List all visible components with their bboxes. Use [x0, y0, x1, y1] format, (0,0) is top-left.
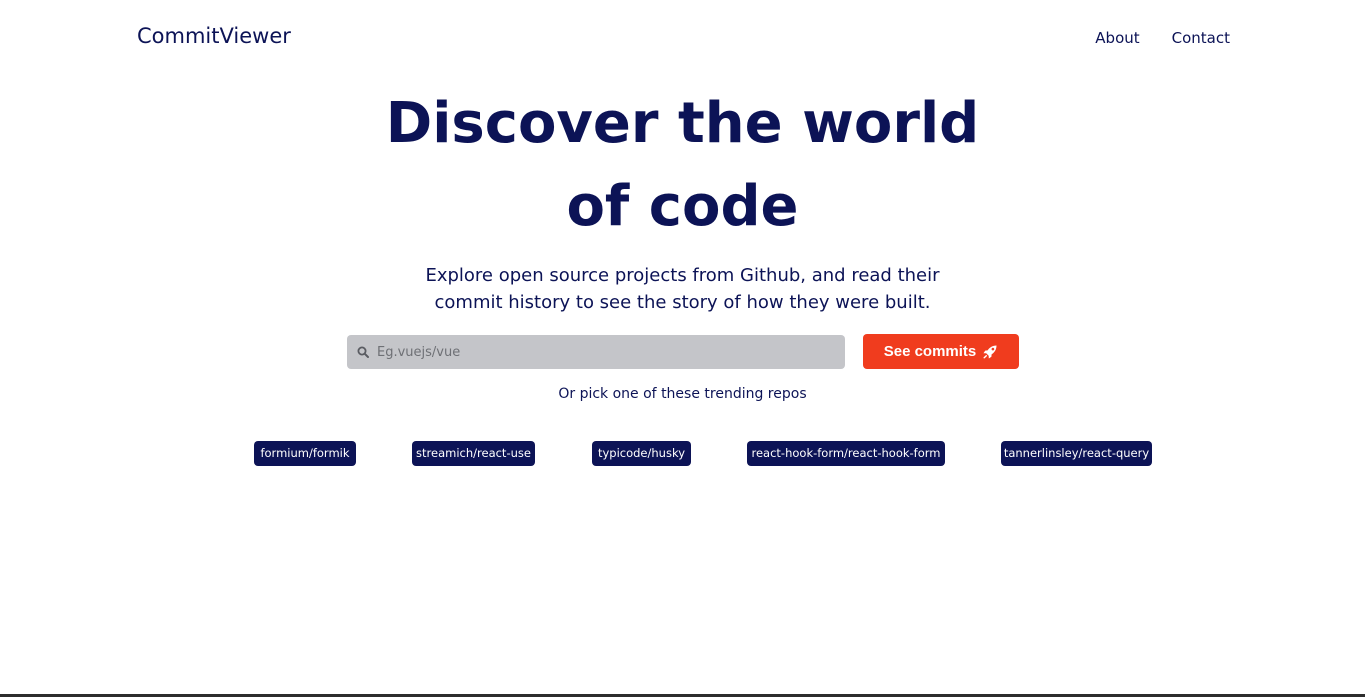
- see-commits-label: See commits: [883, 343, 977, 360]
- nav-link-contact[interactable]: Contact: [1172, 29, 1230, 47]
- nav-link-about[interactable]: About: [1095, 29, 1139, 47]
- rocket-icon: [983, 345, 997, 358]
- page: CommitViewer About Contact Discover the …: [0, 0, 1365, 697]
- repo-tag-formik[interactable]: formium/formik: [254, 441, 356, 466]
- trending-label: Or pick one of these trending repos: [558, 386, 807, 402]
- nav: About Contact: [1095, 29, 1230, 47]
- hero-subtitle-line-2: commit history to see the story of how t…: [434, 292, 931, 313]
- search-box[interactable]: [347, 334, 845, 371]
- repo-tag-husky[interactable]: typicode/husky: [592, 441, 691, 466]
- logo[interactable]: CommitViewer: [137, 24, 291, 48]
- repo-tag-react-hook-form[interactable]: react-hook-form/react-hook-form: [747, 441, 945, 466]
- hero-subtitle: Explore open source projects from Github…: [0, 262, 1365, 316]
- hero-title-line-1: Discover the world: [385, 91, 980, 156]
- header: CommitViewer About Contact: [0, 0, 1365, 78]
- hero-subtitle-line-1: Explore open source projects from Github…: [425, 265, 940, 286]
- hero-title-line-2: of code: [566, 174, 799, 239]
- repo-tag-react-use[interactable]: streamich/react-use: [412, 441, 535, 466]
- search-icon: [357, 346, 369, 358]
- hero-title: Discover the world of code: [0, 82, 1365, 248]
- search-row: See commits: [347, 334, 1019, 371]
- see-commits-button[interactable]: See commits: [863, 334, 1019, 369]
- search-input[interactable]: [375, 334, 839, 371]
- repo-tag-react-query[interactable]: tannerlinsley/react-query: [1001, 441, 1152, 466]
